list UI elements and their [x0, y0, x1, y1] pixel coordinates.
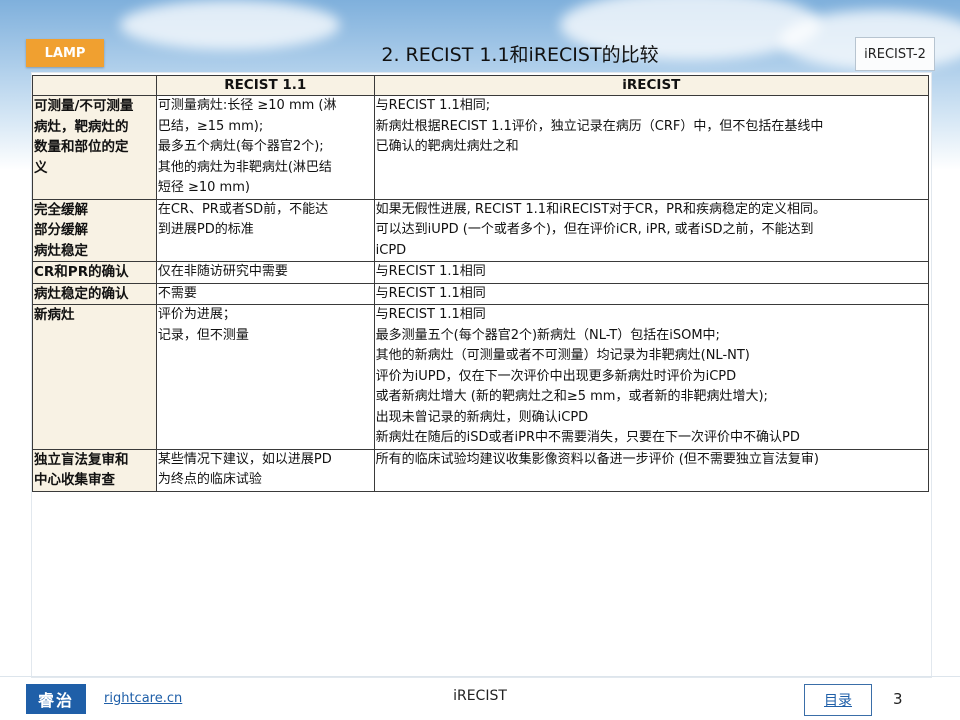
column-header: iRECIST: [373, 75, 930, 96]
cell-line: CR和PR的确认: [34, 264, 129, 280]
cell-line: 可以达到iUPD (一个或者多个)，但在评价iCR, iPR, 或者iSD之前，…: [375, 222, 814, 237]
slide-title: 2. RECIST 1.1和iRECIST的比较: [381, 44, 659, 66]
recist-cell: 某些情况下建议，如以进展PD 为终点的临床试验: [155, 448, 375, 492]
cell-line: 评价为进展；: [157, 307, 236, 322]
recist-cell: 不需要: [155, 282, 375, 305]
recist-cell: 评价为进展； 记录，但不测量: [155, 304, 375, 450]
cell-line: 完全缓解: [34, 201, 88, 218]
cell-line: 为终点的临床试验: [157, 472, 262, 487]
footer-divider: [0, 676, 960, 677]
table-row: 独立盲法复审和 中心收集审查 某些情况下建议，如以进展PD 为终点的临床试验 所有的临床…: [32, 448, 930, 492]
cell-line: 义: [34, 159, 48, 176]
cell-line: 短径 ≥10 mm): [157, 180, 250, 195]
site-link[interactable]: rightcare.cn: [104, 691, 182, 706]
table-row: 可测量/不可测量 病灶，靶病灶的 数量和部位的定义可测量病灶:长径 ≥10 mm (…: [32, 95, 930, 200]
page-number: 3: [893, 690, 903, 708]
row-label-cell: CR和PR的确认: [32, 261, 157, 284]
cell-line: 最多测量五个(每个器官2个)新病灶（NL-T）包括在iSOM中;: [375, 327, 720, 343]
cell-line: 数量和部位的定: [34, 139, 129, 155]
row-label-cell: 可测量/不可测量 病灶，靶病灶的 数量和部位的定义: [32, 95, 157, 200]
table-row: 新病灶 评价为进展； 记录，但不测量 与RECIST 1.1相同最多测量五个(每个器官…: [32, 304, 930, 450]
irecist-cell: 与RECIST 1.1相同; 新病灶根据RECIST 1.1评价，独立记录在病历（…: [373, 95, 930, 200]
cell-line: 与RECIST 1.1相同: [375, 307, 486, 322]
cell-line: 不需要: [157, 285, 197, 301]
cell-line: 或者新病灶增大 (新的靶病灶之和≥5 mm，或者新的非靶病灶增大);: [375, 389, 768, 404]
table-row: 完全缓解 部分缓解 病灶稳定 在CR、PR或者SD前，不能达 到进展PD的标准 如果无假性…: [32, 198, 930, 262]
irecist-cell: 如果无假性进展, RECIST 1.1和iRECIST对于CR，PR和疾病稳定的…: [373, 198, 930, 262]
recist-cell: 在CR、PR或者SD前，不能达 到进展PD的标准: [155, 198, 375, 262]
row-label-cell: 新病灶: [32, 304, 157, 450]
cell-line: 可测量/不可测量: [34, 98, 134, 114]
cell-line: 仅在非随访研究中需要: [157, 264, 288, 279]
cell-line: 其他的病灶为非靶病灶(淋巴结: [157, 159, 332, 175]
cell-line: 某些情况下建议，如以进展PD: [157, 451, 332, 467]
cell-line: 在CR、PR或者SD前，不能达: [157, 201, 329, 217]
cell-line: 最多五个病灶(每个器官2个);: [157, 139, 324, 154]
cell-line: 新病灶: [34, 307, 75, 323]
cell-line: 新病灶在随后的iSD或者iPR中不需要消失，只要在下一次评价中不确认PD: [375, 430, 800, 445]
cell-line: 记录，但不测量: [157, 327, 249, 343]
recist-cell: 仅在非随访研究中需要: [155, 261, 375, 284]
cell-line: iCPD: [375, 242, 407, 258]
lamp-badge: LAMP: [26, 39, 104, 67]
cell-line: 其他的新病灶（可测量或者不可测量）均记录为非靶病灶(NL-NT): [375, 348, 750, 363]
cell-line: 独立盲法复审和: [34, 451, 129, 468]
cell-line: 新病灶根据RECIST 1.1评价，独立记录在病历（CRF）中，但不包括在基线中: [375, 118, 824, 134]
table-row: 病灶稳定的确认 不需要 与RECIST 1.1相同: [32, 282, 930, 305]
cell-line: 与RECIST 1.1相同;: [375, 98, 491, 113]
toc-button[interactable]: 目录: [804, 684, 872, 716]
recist-cell: 可测量病灶:长径 ≥10 mm (淋 巴结，≥15 mm); 最多五个病灶(每个器官…: [155, 95, 375, 200]
cell-line: 病灶，靶病灶的: [34, 118, 129, 135]
cell-line: 部分缓解: [34, 222, 88, 238]
comparison-table: RECIST 1.1 iRECIST 可测量/不可测量 病灶，靶病灶的 数量和部位的…: [32, 75, 930, 492]
cell-line: 出现未曾记录的新病灶，则确认iCPD: [375, 409, 589, 425]
cell-line: 病灶稳定: [34, 242, 88, 259]
cell-line: 巴结，≥15 mm);: [157, 118, 264, 134]
cell-line: 评价为iUPD，仅在下一次评价中出现更多新病灶时评价为iCPD: [375, 368, 737, 384]
cell-line: 已确认的靶病灶病灶之和: [375, 139, 519, 154]
cell-line: 到进展PD的标准: [157, 222, 254, 237]
brand-logo-text: 睿治: [37, 691, 74, 710]
cell-line: 与RECIST 1.1相同: [375, 285, 486, 301]
cell-line: 与RECIST 1.1相同: [375, 264, 486, 279]
cell-line: 可测量病灶:长径 ≥10 mm (淋: [157, 98, 337, 113]
irecist-cell: 与RECIST 1.1相同: [373, 261, 930, 284]
row-label-cell: 完全缓解部分缓解病灶稳定: [32, 198, 157, 262]
irecist-cell: 与RECIST 1.1相同: [373, 282, 930, 305]
row-label-cell: 独立盲法复审和 中心收集审查: [32, 448, 157, 492]
table-header-row: RECIST 1.1 iRECIST: [32, 75, 930, 96]
column-header: [32, 75, 157, 96]
cell-line: 病灶稳定的确认: [34, 285, 129, 302]
footer-title: iRECIST: [453, 688, 507, 704]
section-tag: iRECIST-2: [855, 37, 935, 71]
column-header: RECIST 1.1: [155, 75, 375, 96]
irecist-cell: 所有的临床试验均建议收集影像资料以备进一步评价 (但不需要独立盲法复审): [373, 448, 930, 492]
brand-logo: 睿治: [26, 684, 86, 714]
irecist-cell: 与RECIST 1.1相同最多测量五个(每个器官2个)新病灶（NL-T）包括在i…: [373, 304, 930, 450]
table-row: CR和PR的确认 仅在非随访研究中需要 与RECIST 1.1相同: [32, 261, 930, 284]
row-label-cell: 病灶稳定的确认: [32, 282, 157, 305]
cell-line: 所有的临床试验均建议收集影像资料以备进一步评价 (但不需要独立盲法复审): [375, 451, 819, 467]
cell-line: 如果无假性进展, RECIST 1.1和iRECIST对于CR，PR和疾病稳定的…: [375, 201, 827, 217]
cell-line: 中心收集审查: [34, 472, 115, 488]
